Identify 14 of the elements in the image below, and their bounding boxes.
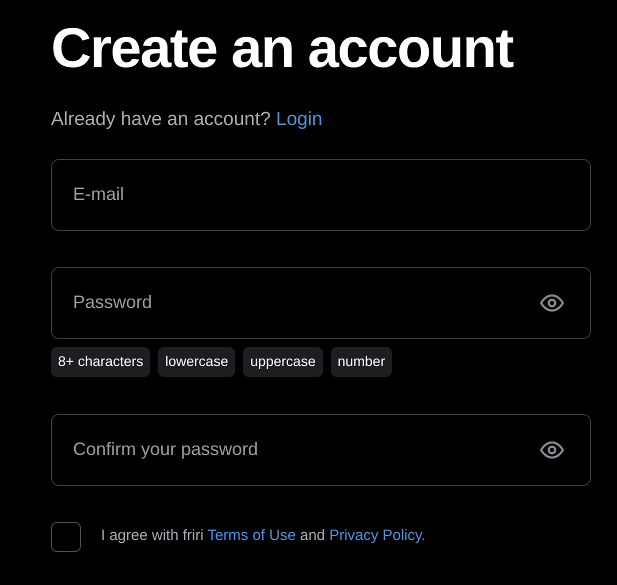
agreement-text: I agree with friri Terms of Use and Privacy Policy. xyxy=(101,526,426,546)
page-title: Create an account xyxy=(51,16,513,80)
password-rule-chip: uppercase xyxy=(243,346,323,376)
terms-link[interactable]: Terms of Use xyxy=(207,527,296,544)
login-link[interactable]: Login xyxy=(276,109,322,130)
input-field[interactable]: Confirm your password xyxy=(51,414,591,486)
privacy-link[interactable]: Privacy Policy. xyxy=(329,527,426,544)
input-field[interactable]: E-mail xyxy=(51,158,591,230)
password-rule-chip: 8+ characters xyxy=(51,346,150,376)
login-prompt: Already have an account? Login xyxy=(51,108,322,132)
agree-checkbox[interactable] xyxy=(51,522,81,552)
input-field[interactable]: Password xyxy=(51,266,591,338)
password-rule-chip: number xyxy=(330,346,392,376)
password-rule-chip: lowercase xyxy=(158,346,236,376)
